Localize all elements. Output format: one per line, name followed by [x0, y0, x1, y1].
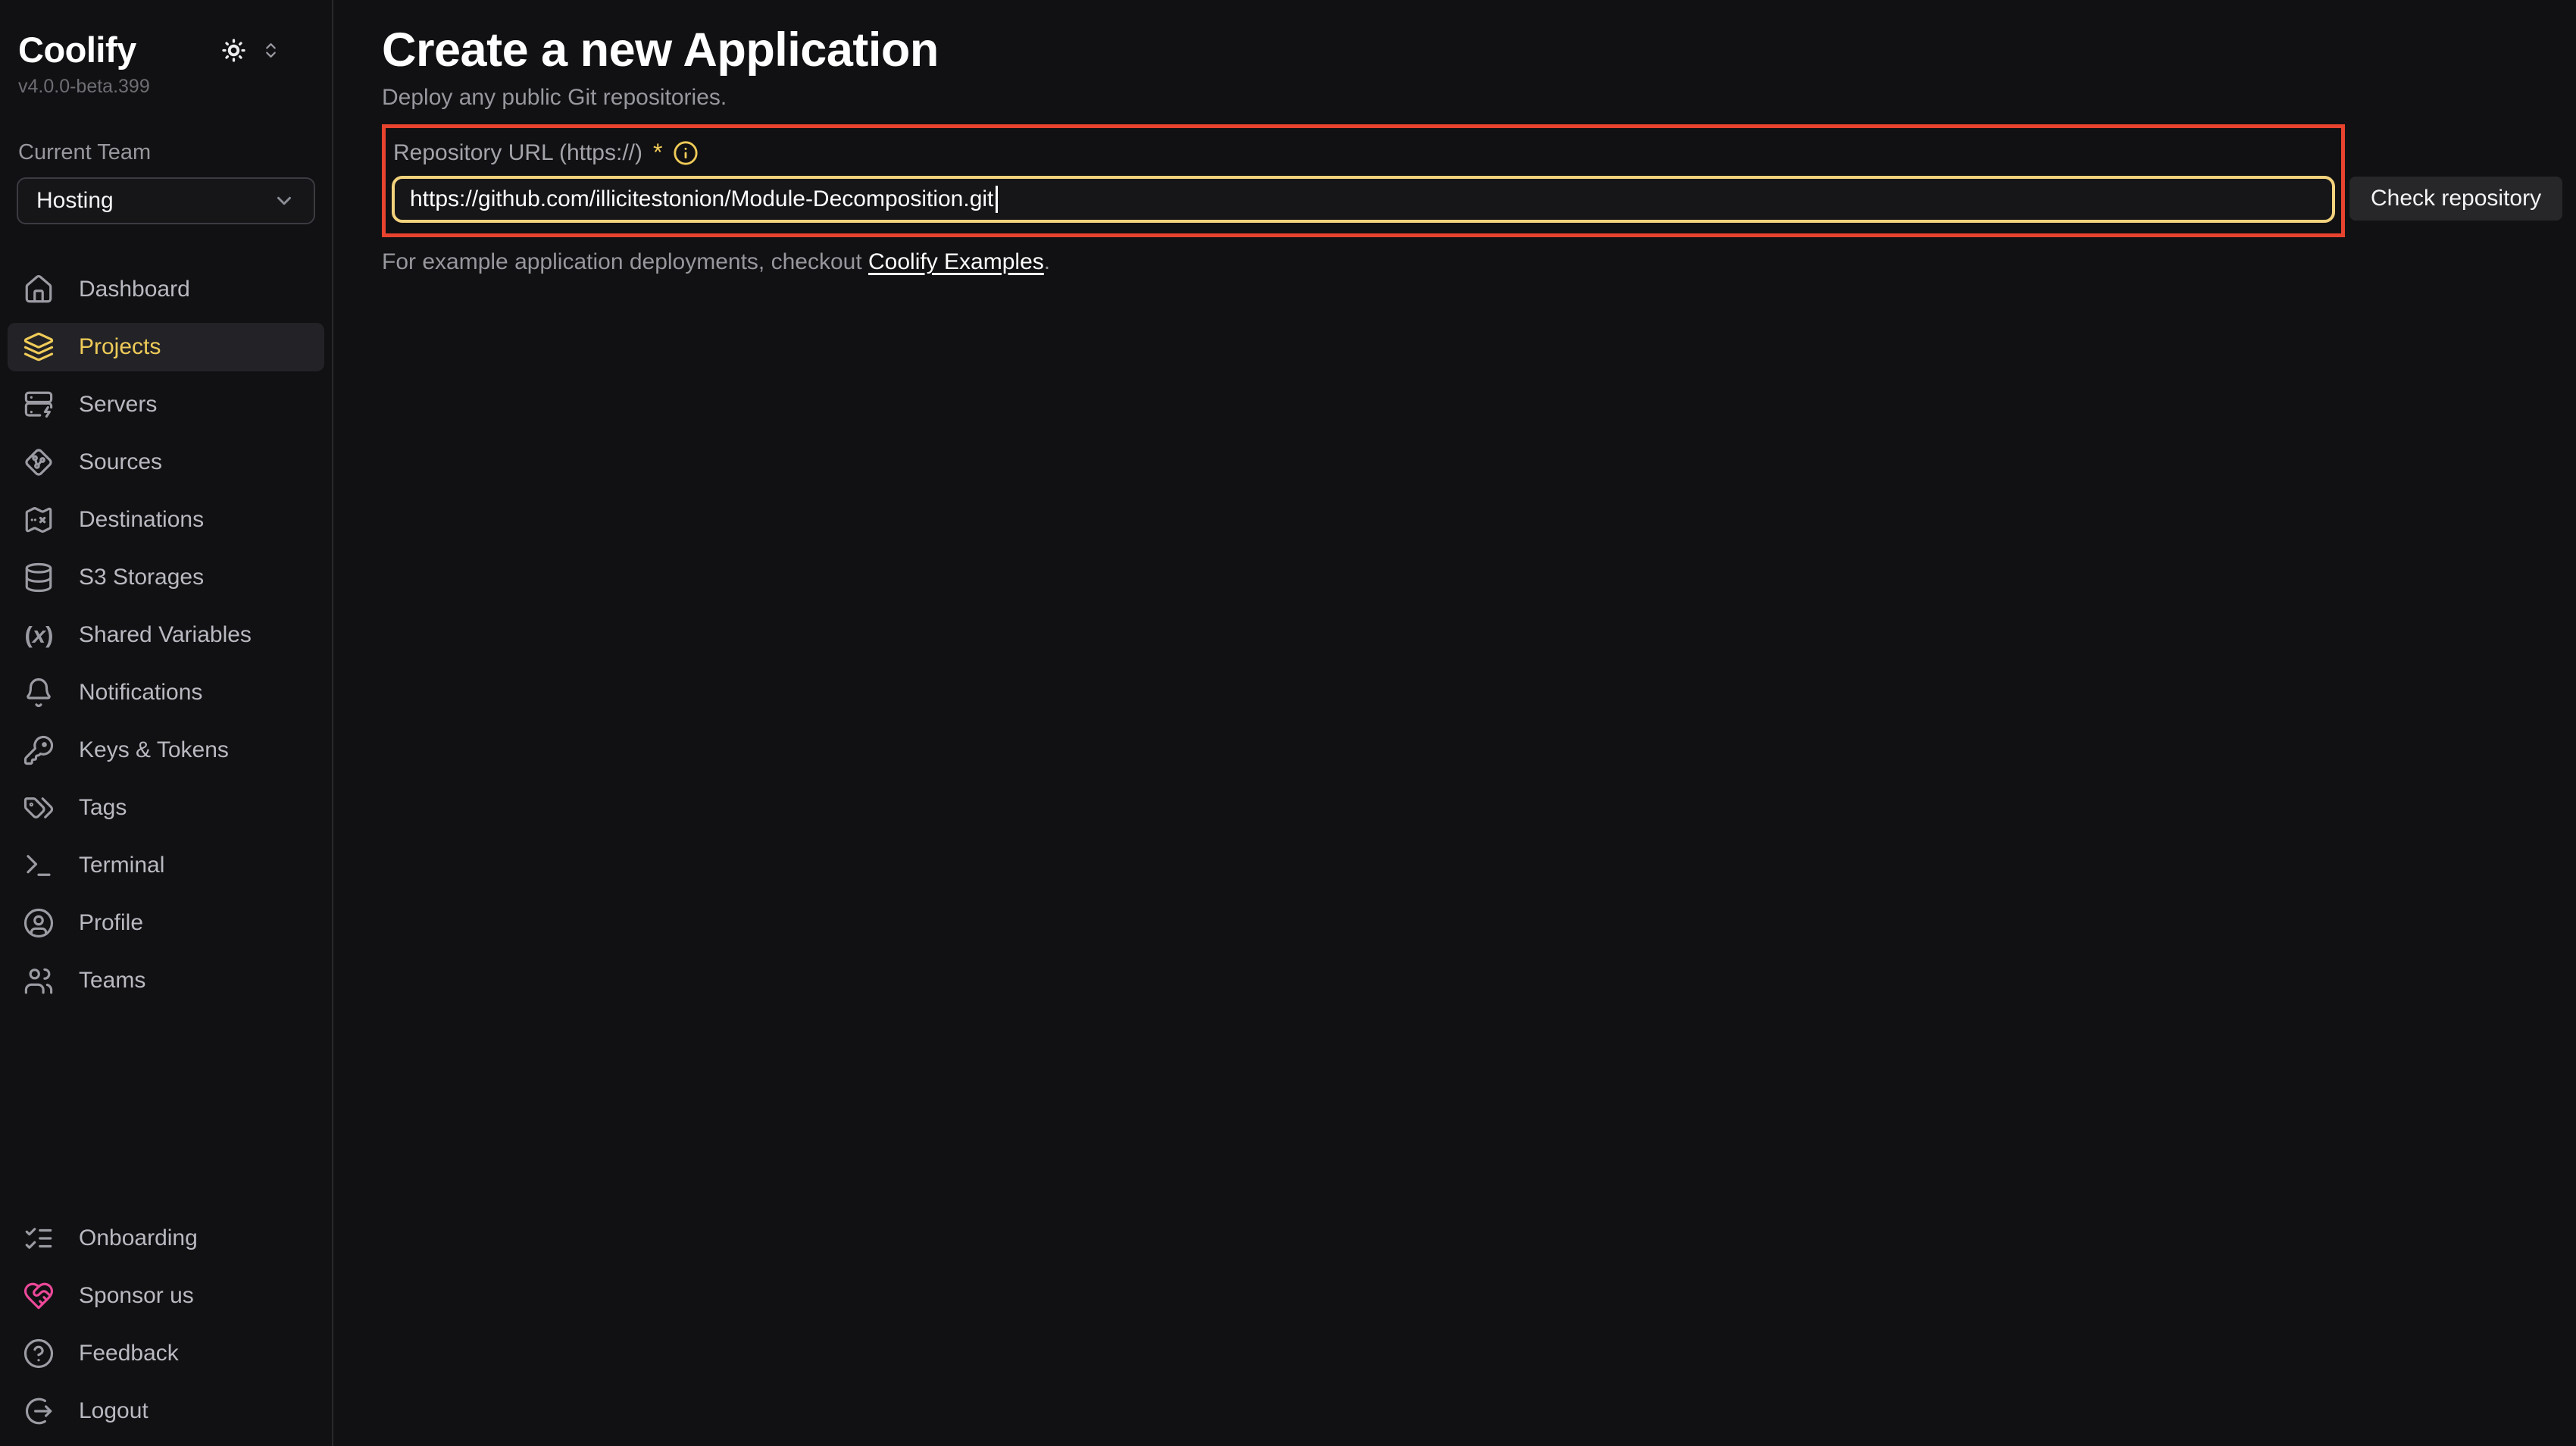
helper-prefix: For example application deployments, che…	[382, 249, 868, 274]
team-select-value: Hosting	[36, 188, 114, 214]
sidebar-item-label: Notifications	[79, 680, 202, 706]
repository-url-label-row: Repository URL (https://) *	[392, 139, 2335, 167]
chevron-down-icon	[273, 189, 295, 212]
sidebar-item-label: Shared Variables	[79, 622, 252, 648]
sidebar-item-label: Dashboard	[79, 277, 190, 302]
sidebar-item-label: Profile	[79, 910, 143, 936]
help-circle-icon	[23, 1338, 55, 1369]
repository-field-group: Repository URL (https://) * https://gith…	[382, 124, 2345, 237]
heart-handshake-icon	[23, 1280, 55, 1312]
sidebar-item-label: Projects	[79, 334, 161, 360]
repository-url-value: https://github.com/illicitestonion/Modul…	[410, 186, 993, 212]
bell-icon	[23, 677, 55, 709]
users-icon	[23, 965, 55, 997]
home-icon	[23, 274, 55, 305]
sidebar-item-label: Terminal	[79, 853, 164, 878]
terminal-icon	[23, 850, 55, 881]
sidebar-item-label: Sources	[79, 449, 162, 475]
sidebar: Coolify v4.0.0-beta.399 Current Team Hos…	[0, 0, 333, 1446]
helper-suffix: .	[1044, 249, 1050, 274]
sun-icon[interactable]	[221, 38, 246, 63]
repository-form-row: Repository URL (https://) * https://gith…	[382, 124, 2576, 237]
app-version: v4.0.0-beta.399	[0, 76, 332, 98]
list-checks-icon	[23, 1222, 55, 1254]
coolify-examples-link[interactable]: Coolify Examples	[868, 249, 1044, 274]
page-title: Create a new Application	[382, 23, 2576, 77]
sidebar-item-label: Sponsor us	[79, 1283, 194, 1309]
logo-row: Coolify	[0, 30, 332, 70]
sidebar-item-projects[interactable]: Projects	[8, 323, 324, 371]
user-circle-icon	[23, 907, 55, 939]
sidebar-item-label: Servers	[79, 392, 157, 418]
helper-text: For example application deployments, che…	[382, 249, 2576, 275]
team-select[interactable]: Hosting	[17, 177, 315, 224]
repository-url-label: Repository URL (https://)	[393, 140, 642, 166]
database-icon	[23, 562, 55, 593]
check-repository-button[interactable]: Check repository	[2349, 177, 2562, 221]
sidebar-item-teams[interactable]: Teams	[8, 956, 324, 1005]
sidebar-item-label: Tags	[79, 795, 127, 821]
sidebar-item-label: Keys & Tokens	[79, 737, 229, 763]
variables-icon: (x)	[23, 619, 55, 651]
sidebar-item-label: Feedback	[79, 1341, 179, 1366]
sidebar-item-label: S3 Storages	[79, 565, 204, 590]
sidebar-item-label: Teams	[79, 968, 145, 994]
sidebar-item-dashboard[interactable]: Dashboard	[8, 265, 324, 314]
sidebar-item-label: Destinations	[79, 507, 204, 533]
sidebar-bottom-nav: Onboarding Sponsor us Feedback Logout	[0, 1214, 332, 1435]
logout-icon	[23, 1395, 55, 1427]
info-icon[interactable]	[673, 140, 699, 166]
app-logo: Coolify	[18, 30, 136, 70]
git-source-icon	[23, 446, 55, 478]
page-subtitle: Deploy any public Git repositories.	[382, 85, 2576, 111]
sidebar-item-sources[interactable]: Sources	[8, 438, 324, 487]
sidebar-item-keys-tokens[interactable]: Keys & Tokens	[8, 726, 324, 775]
tags-icon	[23, 792, 55, 824]
sidebar-item-terminal[interactable]: Terminal	[8, 841, 324, 890]
chevrons-up-down-icon[interactable]	[261, 41, 280, 60]
text-cursor	[996, 186, 998, 213]
server-icon	[23, 389, 55, 421]
required-asterisk: *	[653, 139, 662, 167]
sidebar-item-label: Logout	[79, 1398, 148, 1424]
sidebar-item-destinations[interactable]: Destinations	[8, 496, 324, 544]
sidebar-item-feedback[interactable]: Feedback	[8, 1329, 324, 1378]
current-team-label: Current Team	[0, 140, 332, 165]
header-actions	[221, 38, 280, 63]
sidebar-item-profile[interactable]: Profile	[8, 899, 324, 947]
layers-icon	[23, 331, 55, 363]
repository-url-input[interactable]: https://github.com/illicitestonion/Modul…	[392, 176, 2335, 223]
sidebar-item-tags[interactable]: Tags	[8, 784, 324, 832]
key-icon	[23, 734, 55, 766]
sidebar-item-onboarding[interactable]: Onboarding	[8, 1214, 324, 1263]
sidebar-item-label: Onboarding	[79, 1225, 198, 1251]
sidebar-item-sponsor-us[interactable]: Sponsor us	[8, 1272, 324, 1320]
sidebar-item-s3-storages[interactable]: S3 Storages	[8, 553, 324, 602]
main-content: Create a new Application Deploy any publ…	[333, 0, 2576, 1446]
map-icon	[23, 504, 55, 536]
sidebar-nav: Dashboard Projects Servers Sources Desti…	[0, 265, 332, 1005]
sidebar-item-servers[interactable]: Servers	[8, 380, 324, 429]
sidebar-item-notifications[interactable]: Notifications	[8, 668, 324, 717]
sidebar-item-logout[interactable]: Logout	[8, 1387, 324, 1435]
sidebar-item-shared-variables[interactable]: (x) Shared Variables	[8, 611, 324, 659]
